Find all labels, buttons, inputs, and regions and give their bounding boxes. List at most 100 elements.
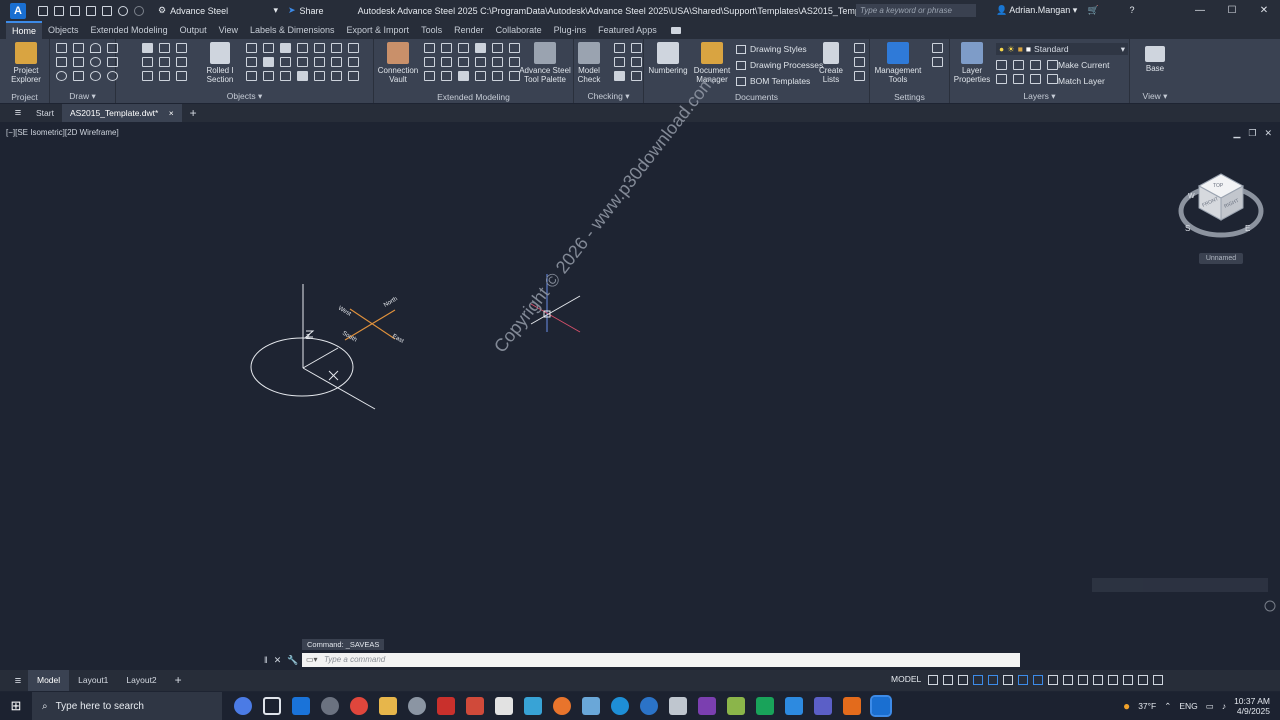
tool-icon[interactable] (297, 43, 308, 53)
close-button[interactable]: ✕ (1248, 0, 1280, 21)
add-layout-button[interactable]: + (166, 670, 191, 691)
taskbar-search-input[interactable]: ⌕ Type here to search (32, 692, 222, 720)
tool-icon[interactable] (854, 71, 865, 81)
tab-labels-dimensions[interactable]: Labels & Dimensions (244, 21, 341, 39)
tool-icon[interactable] (424, 43, 435, 53)
app-icon[interactable] (611, 697, 629, 715)
management-tools-button[interactable]: Management Tools (872, 42, 924, 84)
tab-view[interactable]: View (213, 21, 244, 39)
ellipse-icon[interactable] (56, 71, 67, 81)
app-icon[interactable] (756, 697, 774, 715)
tool-icon[interactable] (492, 71, 503, 81)
tool-icon[interactable] (280, 71, 291, 81)
tool-icon[interactable] (1047, 60, 1058, 70)
app-icon[interactable] (524, 697, 542, 715)
hardware-accel-icon[interactable] (1108, 675, 1118, 685)
new-tab-button[interactable]: + (182, 104, 205, 122)
windows-start-icon[interactable]: ⊞ (0, 698, 32, 714)
ribbon-toggle-icon[interactable] (670, 26, 681, 34)
circle-icon[interactable] (90, 57, 101, 67)
redo-icon[interactable] (134, 5, 144, 16)
app-icon[interactable] (408, 697, 426, 715)
ucs-name-badge[interactable]: Unnamed (1199, 253, 1243, 264)
grip-icon[interactable]: ‖ (264, 655, 268, 666)
tab-collaborate[interactable]: Collaborate (490, 21, 548, 39)
tool-icon[interactable] (614, 71, 625, 81)
firefox-icon[interactable] (553, 697, 571, 715)
customize-icon[interactable]: 🔧 (287, 655, 298, 666)
app-icon[interactable] (466, 697, 484, 715)
close-command-icon[interactable]: ✕ (274, 655, 282, 666)
tool-icon[interactable] (996, 60, 1007, 70)
app-icon[interactable] (640, 697, 658, 715)
tool-icon[interactable] (263, 57, 274, 67)
tool-icon[interactable] (331, 43, 342, 53)
app-icon[interactable] (843, 697, 861, 715)
tool-icon[interactable] (932, 57, 943, 67)
tab-objects[interactable]: Objects (42, 21, 85, 39)
tab-start[interactable]: Start (28, 104, 62, 122)
column-icon[interactable] (176, 43, 187, 53)
status-menu-icon[interactable] (1153, 675, 1163, 685)
tool-icon[interactable] (280, 43, 291, 53)
create-lists-button[interactable]: Create Lists (816, 42, 846, 84)
clean-screen-icon[interactable] (1123, 675, 1133, 685)
transparency-icon[interactable] (1033, 675, 1043, 685)
customize-status-icon[interactable] (1138, 675, 1148, 685)
drawing-viewport[interactable]: [−][SE Isometric][2D Wireframe] ▁ ❐ ✕ Z … (0, 72, 1280, 670)
share-button[interactable]: ➤ Share (288, 5, 324, 16)
tab-extended-modeling[interactable]: Extended Modeling (85, 21, 174, 39)
tool-icon[interactable] (614, 43, 625, 53)
tool-icon[interactable] (492, 43, 503, 53)
tool-icon[interactable] (441, 43, 452, 53)
line-icon[interactable] (56, 43, 67, 53)
tool-icon[interactable] (348, 57, 359, 67)
drawing-styles-button[interactable]: Drawing Styles (736, 44, 807, 54)
tool-icon[interactable] (996, 74, 1007, 84)
undo-icon[interactable] (118, 5, 128, 16)
isolate-icon[interactable] (1093, 675, 1103, 685)
tool-icon[interactable] (932, 43, 943, 53)
osnap-icon[interactable] (988, 675, 998, 685)
tool-icon[interactable] (631, 57, 642, 67)
tool-icon[interactable] (331, 71, 342, 81)
advance-steel-tool-palette-button[interactable]: Advance Steel Tool Palette (518, 42, 572, 84)
tray-chevron-icon[interactable]: ⌃ (1164, 701, 1171, 712)
beam-icon[interactable] (142, 43, 153, 53)
match-layer-button[interactable]: Match Layer (1058, 76, 1105, 86)
connection-vault-button[interactable]: Connection Vault (376, 42, 420, 84)
tool-icon[interactable] (424, 57, 435, 67)
tool-icon[interactable] (475, 71, 486, 81)
task-view-icon[interactable] (263, 697, 281, 715)
tool-icon[interactable] (348, 71, 359, 81)
minimize-button[interactable]: — (1184, 0, 1216, 21)
tab-home[interactable]: Home (6, 21, 43, 39)
base-button[interactable]: Base (1140, 42, 1170, 73)
tool-icon[interactable] (1047, 74, 1058, 84)
tool-icon[interactable] (458, 71, 469, 81)
tool-icon[interactable] (458, 43, 469, 53)
project-explorer-button[interactable]: Project Explorer (6, 42, 46, 84)
tab-featured-apps[interactable]: Featured Apps (592, 21, 663, 39)
tab-tools[interactable]: Tools (415, 21, 448, 39)
network-icon[interactable]: ▭ (1206, 701, 1214, 712)
command-prompt-icon[interactable]: ▭▾ (306, 653, 318, 667)
tool-icon[interactable] (331, 57, 342, 67)
arc-icon[interactable] (90, 43, 101, 53)
hamburger-menu-icon[interactable]: ≡ (8, 107, 28, 119)
app-icon[interactable] (727, 697, 745, 715)
tool-icon[interactable] (297, 57, 308, 67)
tool-icon[interactable] (1013, 60, 1024, 70)
tab-document[interactable]: AS2015_Template.dwt* × (61, 104, 182, 122)
save-icon[interactable] (70, 5, 80, 16)
cart-icon[interactable]: 🛒 (1088, 5, 1099, 15)
tool-icon[interactable] (246, 71, 257, 81)
hole-icon[interactable] (176, 71, 187, 81)
rolled-i-section-button[interactable]: Rolled I Section (202, 42, 238, 84)
tool-icon[interactable] (492, 57, 503, 67)
new-icon[interactable] (38, 5, 48, 16)
lineweight-icon[interactable] (1018, 675, 1028, 685)
tab-output[interactable]: Output (174, 21, 213, 39)
file-explorer-icon[interactable] (379, 697, 397, 715)
spline-icon[interactable] (56, 57, 67, 67)
